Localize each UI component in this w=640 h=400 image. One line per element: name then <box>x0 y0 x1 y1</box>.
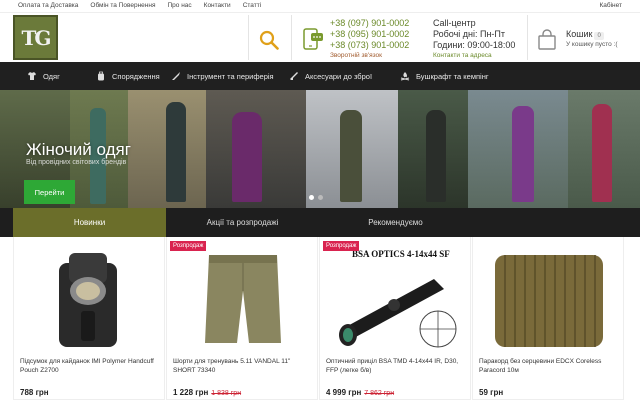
nav-label: Аксесуари до зброї <box>305 71 373 81</box>
top-link-exchange[interactable]: Обмін та Повернення <box>90 2 155 9</box>
cart[interactable]: Кошик 0 У кошику пусто :( <box>566 29 618 48</box>
divider <box>527 15 528 60</box>
hero-photo <box>306 90 398 208</box>
hero-photo <box>128 90 206 208</box>
top-link-articles[interactable]: Статті <box>243 2 261 9</box>
logo-text: TG <box>21 25 52 50</box>
sale-badge: Розпродаж <box>170 241 207 251</box>
nav-item-bushcraft[interactable]: Бушкрафт та кемпінг <box>400 71 489 81</box>
top-links: Оплата та Доставка Обмін та Повернення П… <box>18 2 261 9</box>
product-price: 1 228 грн 1 838 грн <box>173 388 242 397</box>
product-name[interactable]: Підсумок для кайданок IMI Polymer Handcu… <box>20 357 160 375</box>
call-center-title: Call-центр <box>433 18 476 28</box>
top-bar: Оплата та Доставка Обмін та Повернення П… <box>0 0 640 13</box>
hero-cta-button[interactable]: Перейти <box>24 180 75 204</box>
product-name[interactable]: Оптичний приціл BSA TMD 4-14x44 IR, D30,… <box>326 357 466 375</box>
phone-number[interactable]: +38 (073) 901-0002 <box>330 40 409 51</box>
product-image <box>59 253 117 347</box>
shirt-icon <box>28 72 36 80</box>
top-link-about[interactable]: Про нас <box>167 2 191 9</box>
cart-title: Кошик <box>566 29 593 39</box>
tab-recommended[interactable]: Рекомендуємо <box>319 208 472 237</box>
phone-chat-icon <box>303 28 323 50</box>
hero-photo <box>398 90 468 208</box>
rifle-icon <box>290 72 298 80</box>
top-link-contacts[interactable]: Контакти <box>204 2 231 9</box>
nav-label: Спорядження <box>112 71 160 81</box>
main-nav: Одяг Спорядження Інструмент та периферія… <box>0 62 640 90</box>
product-name[interactable]: Паракорд без серцевини EDCX Coreless Par… <box>479 357 619 375</box>
backpack-icon <box>98 71 104 81</box>
slider-dot[interactable] <box>309 195 314 200</box>
sale-badge: Розпродаж <box>323 241 360 251</box>
divider <box>248 15 249 60</box>
slider-dot[interactable] <box>318 195 323 200</box>
cart-bag-icon[interactable] <box>536 29 558 51</box>
cabinet-link[interactable]: Кабінет <box>599 2 622 9</box>
nav-item-accessories[interactable]: Аксесуари до зброї <box>289 71 372 81</box>
cart-status: У кошику пусто :( <box>566 41 618 48</box>
work-hours: Години: 09:00-18:00 <box>433 40 516 50</box>
call-center: Call-центр Робочі дні: Пн-Пт Години: 09:… <box>433 18 515 60</box>
divider <box>291 15 292 60</box>
product-card[interactable]: Підсумок для кайданок IMI Polymer Handcu… <box>13 237 165 400</box>
slider-dots <box>309 195 323 200</box>
nav-label: Одяг <box>43 71 60 81</box>
product-card[interactable]: BSA OPTICS 4-14x44 SF Розпродаж Оптичний… <box>319 237 471 400</box>
product-card[interactable]: Розпродаж Шорти для тренувань 5.11 VANDA… <box>166 237 318 400</box>
product-image <box>495 255 603 347</box>
product-price: 59 грн <box>479 388 504 397</box>
nav-label: Бушкрафт та кемпінг <box>416 71 489 81</box>
hero-photo <box>468 90 568 208</box>
product-price: 788 грн <box>20 388 49 397</box>
product-card[interactable]: Паракорд без серцевини EDCX Coreless Par… <box>472 237 624 400</box>
product-image <box>205 255 281 343</box>
hero-subtitle: Від провідних світових брендів <box>26 159 127 166</box>
product-tabs: Новинки Акції та розпродажі Рекомендуємо <box>0 208 640 237</box>
phone-numbers: +38 (097) 901-0002 +38 (095) 901-0002 +3… <box>330 18 409 60</box>
nav-item-gear[interactable]: Спорядження <box>96 71 160 81</box>
top-link-payment[interactable]: Оплата та Доставка <box>18 2 78 9</box>
hero-title: Жіночий одяг <box>26 140 131 159</box>
nav-item-clothing[interactable]: Одяг <box>27 71 60 81</box>
product-image <box>339 279 457 348</box>
phone-number[interactable]: +38 (095) 901-0002 <box>330 29 409 40</box>
nav-label: Інструмент та периферія <box>187 71 274 81</box>
cart-count: 0 <box>594 32 604 40</box>
nav-item-tools[interactable]: Інструмент та периферія <box>171 71 274 81</box>
search-icon[interactable] <box>259 30 279 50</box>
product-name[interactable]: Шорти для тренувань 5.11 VANDAL 11" SHOR… <box>173 357 313 375</box>
header: TG +38 (097) 901-0002 +38 (095) 901-0002… <box>0 13 640 62</box>
hero-photo <box>206 90 306 208</box>
product-grid: Підсумок для кайданок IMI Polymer Handcu… <box>0 237 640 400</box>
knife-icon <box>172 72 180 80</box>
product-price: 4 999 грн 7 862 грн <box>326 388 395 397</box>
campfire-icon <box>400 72 410 81</box>
old-price: 7 862 грн <box>364 390 395 397</box>
logo[interactable]: TG <box>13 15 58 60</box>
contacts-link[interactable]: Контакти та адреса <box>433 51 515 60</box>
tab-sales[interactable]: Акції та розпродажі <box>166 208 319 237</box>
phone-number[interactable]: +38 (097) 901-0002 <box>330 18 409 29</box>
old-price: 1 838 грн <box>211 390 242 397</box>
work-days: Робочі дні: Пн-Пт <box>433 29 506 39</box>
product-image-text: BSA OPTICS 4-14x44 SF <box>352 249 450 259</box>
callback-link[interactable]: Зворотній зв'язок <box>330 51 409 60</box>
hero-photo <box>568 90 640 208</box>
tab-new[interactable]: Новинки <box>13 208 166 237</box>
